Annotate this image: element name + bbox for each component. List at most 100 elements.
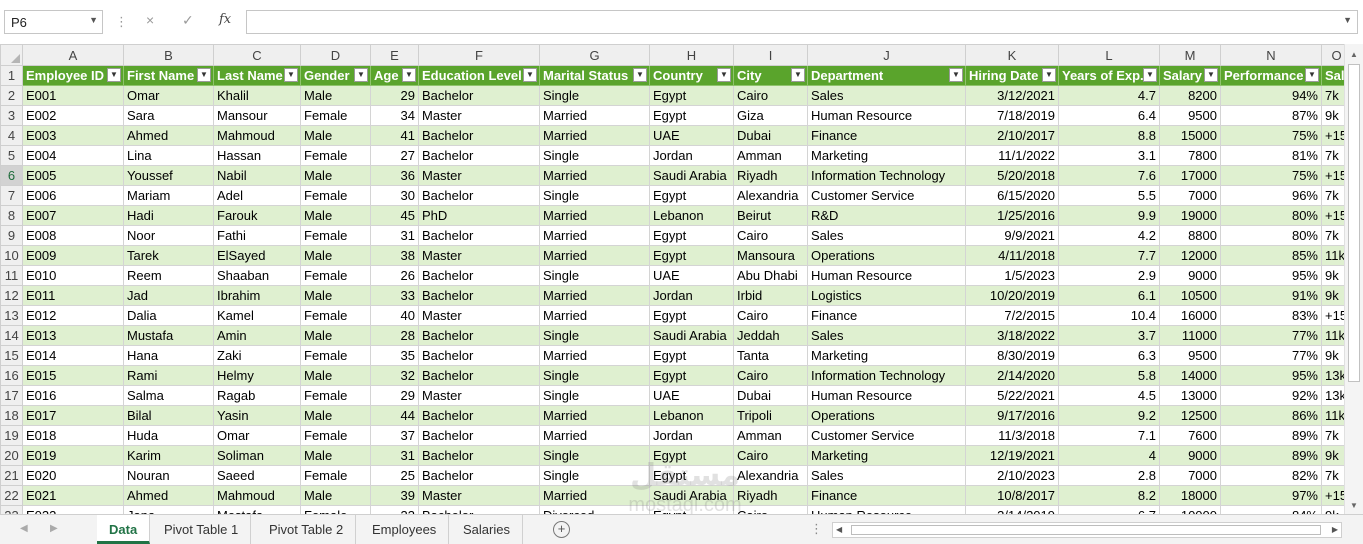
row-header[interactable]: 4 — [0, 125, 23, 146]
table-cell[interactable]: Male — [300, 285, 371, 306]
table-cell[interactable]: 5/22/2021 — [965, 385, 1059, 406]
table-cell[interactable]: Lebanon — [649, 205, 734, 226]
table-cell[interactable]: 7000 — [1159, 185, 1221, 206]
table-cell[interactable]: Male — [300, 325, 371, 346]
filter-dropdown-icon[interactable]: ▼ — [717, 68, 731, 82]
table-cell[interactable]: Married — [539, 345, 650, 366]
table-cell[interactable]: 4/11/2018 — [965, 245, 1059, 266]
column-header-o[interactable]: O — [1321, 44, 1344, 66]
table-cell[interactable]: UAE — [649, 125, 734, 146]
table-cell[interactable]: Bachelor — [418, 185, 540, 206]
table-cell[interactable]: Female — [300, 265, 371, 286]
table-cell[interactable]: 10/8/2017 — [965, 485, 1059, 506]
name-box[interactable]: P6 ▼ — [4, 10, 103, 34]
column-header-j[interactable]: J — [807, 44, 966, 66]
table-cell[interactable]: 36 — [370, 165, 419, 186]
add-sheet-icon[interactable]: + — [553, 521, 570, 538]
table-cell[interactable]: Bachelor — [418, 345, 540, 366]
header-cell[interactable]: Age ▼ — [370, 65, 419, 86]
table-cell[interactable]: Jad — [123, 285, 214, 306]
table-cell[interactable]: 9k — [1321, 105, 1344, 126]
table-cell[interactable]: Married — [539, 285, 650, 306]
table-cell[interactable]: Lebanon — [649, 405, 734, 426]
table-cell[interactable]: 6.4 — [1058, 105, 1160, 126]
row-header[interactable]: 23 — [0, 505, 23, 514]
table-cell[interactable]: 2.9 — [1058, 265, 1160, 286]
table-cell[interactable]: Bachelor — [418, 465, 540, 486]
table-cell[interactable]: Giza — [733, 105, 808, 126]
table-cell[interactable]: Mostafa — [213, 505, 301, 514]
table-cell[interactable]: Soliman — [213, 445, 301, 466]
table-cell[interactable]: 32 — [370, 365, 419, 386]
column-header-c[interactable]: C — [213, 44, 301, 66]
table-cell[interactable]: Dalia — [123, 305, 214, 326]
table-cell[interactable]: Master — [418, 165, 540, 186]
table-cell[interactable]: Saudi Arabia — [649, 485, 734, 506]
table-cell[interactable]: 81% — [1220, 145, 1322, 166]
filter-dropdown-icon[interactable]: ▼ — [402, 68, 416, 82]
header-cell[interactable]: Country ▼ — [649, 65, 734, 86]
table-cell[interactable]: Tanta — [733, 345, 808, 366]
table-cell[interactable]: Married — [539, 245, 650, 266]
table-cell[interactable]: Human Resource — [807, 105, 966, 126]
table-cell[interactable]: Omar — [213, 425, 301, 446]
table-cell[interactable]: Married — [539, 425, 650, 446]
table-cell[interactable]: Master — [418, 305, 540, 326]
table-cell[interactable]: 9/17/2016 — [965, 405, 1059, 426]
table-cell[interactable]: Single — [539, 325, 650, 346]
table-cell[interactable]: Married — [539, 405, 650, 426]
table-cell[interactable]: Farouk — [213, 205, 301, 226]
table-cell[interactable]: 37 — [370, 425, 419, 446]
table-cell[interactable]: Male — [300, 405, 371, 426]
table-cell[interactable]: Male — [300, 245, 371, 266]
table-cell[interactable]: Youssef — [123, 165, 214, 186]
table-cell[interactable]: 95% — [1220, 265, 1322, 286]
table-cell[interactable]: 87% — [1220, 105, 1322, 126]
table-cell[interactable]: 86% — [1220, 405, 1322, 426]
table-cell[interactable]: Master — [418, 245, 540, 266]
table-cell[interactable]: Bachelor — [418, 405, 540, 426]
table-cell[interactable]: Jordan — [649, 285, 734, 306]
table-cell[interactable]: 17000 — [1159, 165, 1221, 186]
table-cell[interactable]: Operations — [807, 405, 966, 426]
header-cell[interactable]: Department ▼ — [807, 65, 966, 86]
table-cell[interactable]: Bachelor — [418, 125, 540, 146]
table-cell[interactable]: 7.1 — [1058, 425, 1160, 446]
table-cell[interactable]: 35 — [370, 345, 419, 366]
table-cell[interactable]: Bachelor — [418, 425, 540, 446]
table-cell[interactable]: Single — [539, 385, 650, 406]
table-cell[interactable]: Jordan — [649, 425, 734, 446]
table-cell[interactable]: Hassan — [213, 145, 301, 166]
table-cell[interactable]: Jordan — [649, 145, 734, 166]
table-cell[interactable]: 11k — [1321, 325, 1344, 346]
header-cell[interactable]: First Name ▼ — [123, 65, 214, 86]
table-cell[interactable]: Egypt — [649, 105, 734, 126]
filter-dropdown-icon[interactable]: ▼ — [1143, 68, 1157, 82]
table-cell[interactable]: Logistics — [807, 285, 966, 306]
table-cell[interactable]: 9000 — [1159, 265, 1221, 286]
table-cell[interactable]: 9000 — [1159, 445, 1221, 466]
table-cell[interactable]: Male — [300, 365, 371, 386]
table-cell[interactable]: Finance — [807, 305, 966, 326]
table-cell[interactable]: E020 — [22, 465, 124, 486]
table-cell[interactable]: 3.7 — [1058, 325, 1160, 346]
table-cell[interactable]: Bachelor — [418, 85, 540, 106]
row-header[interactable]: 1 — [0, 65, 23, 86]
table-cell[interactable]: E010 — [22, 265, 124, 286]
table-cell[interactable]: E004 — [22, 145, 124, 166]
table-cell[interactable]: Male — [300, 125, 371, 146]
table-cell[interactable]: Bachelor — [418, 225, 540, 246]
table-cell[interactable]: E009 — [22, 245, 124, 266]
table-cell[interactable]: Female — [300, 385, 371, 406]
table-cell[interactable]: Alexandria — [733, 465, 808, 486]
row-header[interactable]: 8 — [0, 205, 23, 226]
table-cell[interactable]: 39 — [370, 485, 419, 506]
table-cell[interactable]: Male — [300, 485, 371, 506]
table-cell[interactable]: 34 — [370, 105, 419, 126]
formula-input[interactable]: ▼ — [246, 10, 1358, 34]
filter-dropdown-icon[interactable]: ▼ — [197, 68, 211, 82]
table-cell[interactable]: Dubai — [733, 385, 808, 406]
table-cell[interactable]: 13k — [1321, 365, 1344, 386]
table-cell[interactable]: 9k — [1321, 285, 1344, 306]
column-header-f[interactable]: F — [418, 44, 540, 66]
